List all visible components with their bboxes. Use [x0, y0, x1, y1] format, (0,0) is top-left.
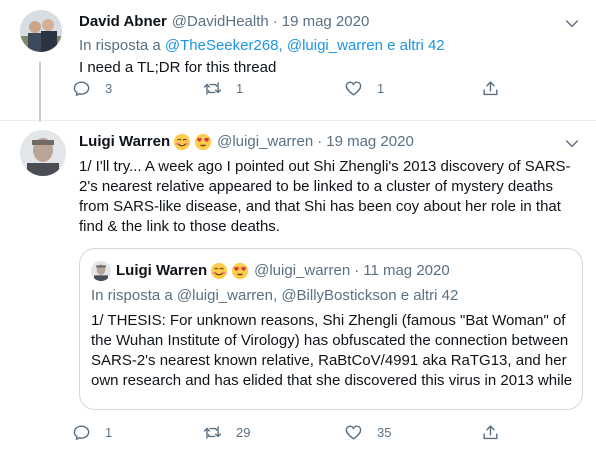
- heart-icon: [345, 80, 362, 96]
- more-icon[interactable]: [562, 133, 582, 153]
- display-name[interactable]: David Abner: [79, 12, 167, 32]
- reply-count: 1: [105, 424, 113, 440]
- reply-mentions: @luigi_warren, @BillyBostickson e altri …: [176, 287, 459, 304]
- share-icon: [483, 80, 498, 95]
- like-button[interactable]: 1: [344, 77, 384, 99]
- heart-icon: [345, 424, 362, 440]
- retweet-button[interactable]: 1: [203, 77, 243, 99]
- retweet-count: 1: [236, 80, 244, 96]
- reply-icon: [73, 80, 90, 96]
- like-count: 35: [377, 424, 392, 440]
- tweet-date: 11 mag 2020: [363, 262, 450, 279]
- heart-eyes-emoji: [195, 133, 212, 151]
- reply-button[interactable]: 1: [72, 421, 112, 443]
- tweet-header: David Abner @DavidHealth · 19 mag 2020: [79, 12, 369, 32]
- separator-dot: ·: [272, 13, 278, 30]
- display-name[interactable]: Luigi Warren: [79, 132, 170, 152]
- avatar[interactable]: [20, 130, 66, 176]
- reply-context: In risposta a @luigi_warren, @BillyBosti…: [91, 286, 458, 306]
- reply-count: 3: [105, 80, 113, 96]
- separator-dot: ·: [317, 133, 323, 150]
- tweet-luigi-warren[interactable]: Luigi Warren @luigi_warren · 19 mag 2020…: [0, 121, 596, 468]
- more-icon[interactable]: [562, 13, 582, 33]
- smiling-face-emoji: [211, 262, 228, 280]
- separator-dot: ·: [354, 262, 360, 279]
- tweet-header: Luigi Warren @luigi_warren · 19 mag 2020: [79, 132, 414, 152]
- retweet-icon: [203, 425, 222, 439]
- quoted-tweet-text: 1/ THESIS: For unknown reasons, Shi Zhen…: [91, 312, 573, 389]
- reply-context: In risposta a @TheSeeker268, @luigi_warr…: [79, 36, 445, 56]
- avatar[interactable]: [20, 10, 62, 52]
- avatar: [91, 261, 111, 281]
- reply-mentions-link[interactable]: @TheSeeker268, @luigi_warren e altri 42: [165, 37, 445, 54]
- user-handle[interactable]: @luigi_warren: [217, 132, 313, 152]
- heart-eyes-emoji: [232, 262, 249, 280]
- share-icon: [483, 424, 498, 439]
- quoted-tweet[interactable]: Luigi Warren @luigi_warren · 11 mag 2020…: [79, 248, 583, 410]
- reply-prefix: In risposta a: [79, 37, 161, 54]
- tweet-text: I need a TL;DR for this thread: [79, 59, 277, 76]
- retweet-icon: [203, 81, 222, 95]
- display-name: Luigi Warren: [116, 262, 208, 279]
- tweet-text: 1/ I'll try... A week ago I pointed out …: [79, 158, 571, 235]
- tweet-david-abner[interactable]: David Abner @DavidHealth · 19 mag 2020 I…: [0, 0, 596, 122]
- reply-icon: [73, 424, 90, 440]
- reply-button[interactable]: 3: [72, 77, 112, 99]
- like-count: 1: [377, 80, 385, 96]
- like-button[interactable]: 35: [344, 421, 391, 443]
- share-button[interactable]: [481, 77, 500, 99]
- thread-connector-line: [39, 62, 41, 122]
- tweet-date[interactable]: 19 mag 2020: [326, 132, 414, 152]
- user-handle: @luigi_warren: [254, 262, 351, 279]
- share-button[interactable]: [481, 421, 500, 443]
- retweet-button[interactable]: 29: [203, 421, 250, 443]
- smiling-face-emoji: [174, 133, 191, 151]
- reply-prefix: In risposta a: [91, 287, 173, 304]
- quoted-tweet-header: Luigi Warren @luigi_warren · 11 mag 2020: [91, 261, 450, 281]
- tweet-date[interactable]: 19 mag 2020: [282, 12, 370, 32]
- retweet-count: 29: [236, 424, 251, 440]
- user-handle[interactable]: @DavidHealth: [172, 12, 269, 32]
